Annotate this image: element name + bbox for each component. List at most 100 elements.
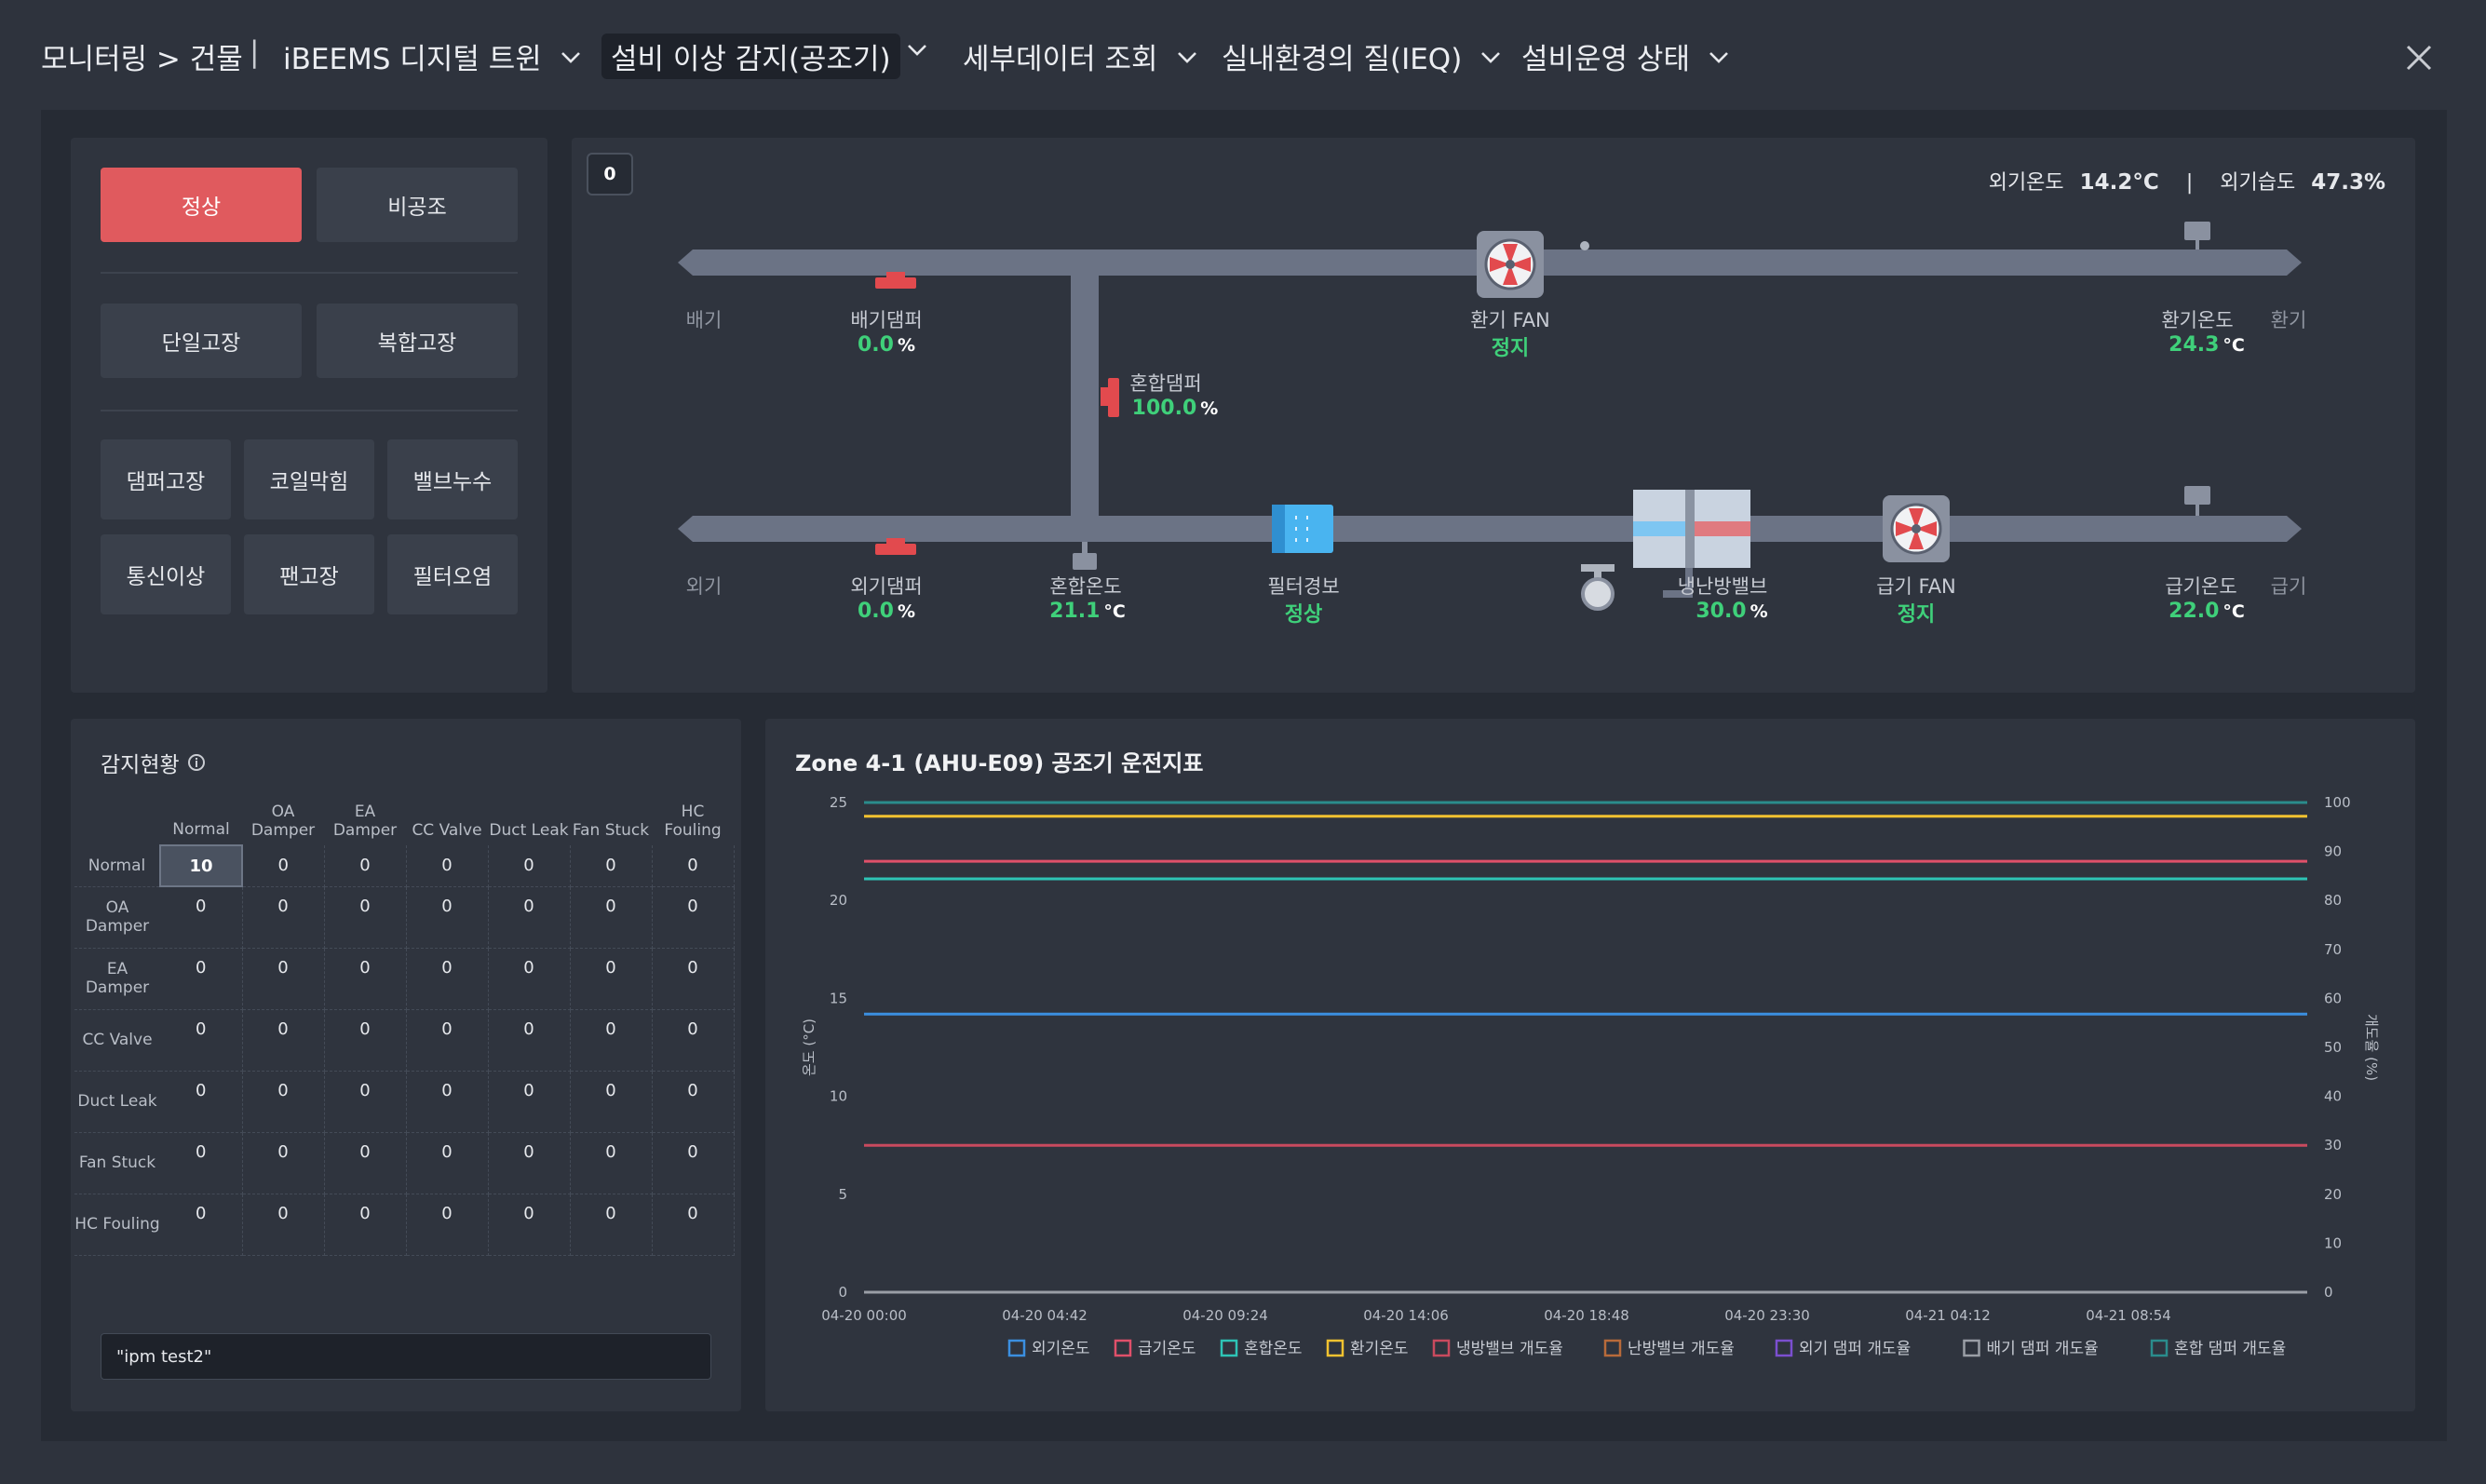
valve-leak-button[interactable]: 밸브누수 [387,439,518,519]
table-row: Normal 10 0 0 0 0 0 0 [74,844,735,887]
table-cell[interactable]: 0 [242,948,325,1010]
table-cell[interactable]: 0 [406,845,489,887]
table-cell[interactable]: 0 [570,948,653,1010]
table-cell[interactable]: 0 [324,1132,407,1194]
y-tick-label: 5 [838,1186,847,1203]
table-cell[interactable]: 0 [652,948,735,1010]
return-temp-label: 환기온도 [2161,309,2234,331]
table-cell[interactable]: 0 [406,1009,489,1072]
table-row: EA Damper 0 0 0 0 0 0 0 [74,948,735,1010]
table-cell[interactable]: 0 [324,886,407,949]
table-cell[interactable]: 0 [324,1009,407,1072]
outdoor-air-label: 외기 [685,575,723,598]
coil-clog-button[interactable]: 코일막힘 [244,439,374,519]
table-cell[interactable]: 0 [324,845,407,887]
chevron-down-icon [1477,43,1505,71]
table-cell[interactable]: 0 [406,1194,489,1256]
breadcrumb[interactable]: 모니터링 > 건물 [41,35,243,77]
table-cell[interactable]: 0 [488,1071,571,1133]
y2-tick-label: 0 [2324,1284,2333,1301]
table-cell[interactable]: 0 [242,1132,325,1194]
mixing-duct [1071,276,1099,516]
table-cell[interactable]: 0 [488,845,571,887]
table-cell[interactable]: 0 [488,886,571,949]
table-cell[interactable]: 0 [652,1009,735,1072]
table-cell[interactable]: 0 [652,845,735,887]
table-cell[interactable]: 0 [242,845,325,887]
legend-label: 혼합 댐퍼 개도율 [2174,1340,2286,1358]
table-cell[interactable]: 0 [652,1194,735,1256]
valve-value: 30.0% [1696,600,1767,623]
table-cell[interactable]: 0 [242,1194,325,1256]
detection-title: 감지현황 [101,747,206,778]
chart-panel: Zone 4-1 (AHU-E09) 공조기 운전지표 0 5 10 15 20 25 0 1… [765,719,2415,1411]
fan-fault-button[interactable]: 팬고장 [244,534,374,614]
filter-dirty-button[interactable]: 필터오염 [387,534,518,614]
table-cell[interactable]: 0 [652,1071,735,1133]
table-cell[interactable]: 0 [570,1071,653,1133]
table-cell[interactable]: 0 [160,1132,243,1194]
table-cell[interactable]: 0 [406,886,489,949]
table-cell[interactable]: 0 [324,1071,407,1133]
table-cell[interactable]: 0 [160,1009,243,1072]
table-cell[interactable]: 0 [488,948,571,1010]
table-cell[interactable]: 0 [488,1194,571,1256]
comm-error-button[interactable]: 통신이상 [101,534,231,614]
table-cell[interactable]: 0 [406,1132,489,1194]
table-cell[interactable]: 0 [242,1009,325,1072]
nav-item-ieq[interactable]: 실내환경의 질(IEQ) [1222,35,1505,77]
chevron-down-icon [557,43,585,71]
table-cell[interactable]: 0 [406,948,489,1010]
table-cell[interactable]: 0 [570,1009,653,1072]
nav-item-detail-data[interactable]: 세부데이터 조회 [963,35,1201,77]
column-header: EA Damper [332,803,398,840]
table-cell[interactable]: 0 [324,948,407,1010]
table-cell[interactable]: 0 [242,1071,325,1133]
y2-tick-label: 30 [2324,1137,2342,1153]
filter-label: 필터경보 [1267,575,1340,598]
table-cell[interactable]: 0 [242,886,325,949]
table-cell[interactable]: 0 [160,886,243,949]
table-cell[interactable]: 0 [488,1132,571,1194]
info-icon[interactable] [187,753,206,772]
ea-damper-label: 배기댐퍼 [850,309,923,331]
mix-damper-value-num: 100.0 [1131,397,1197,420]
table-cell[interactable]: 0 [324,1194,407,1256]
table-cell[interactable]: 0 [570,886,653,949]
y-tick-label: 15 [830,990,847,1006]
table-cell[interactable]: 0 [570,1194,653,1256]
nav-item-fault-detection-dropdown[interactable] [903,35,931,63]
mix-damper-icon [1101,378,1119,417]
table-cell[interactable]: 0 [652,1132,735,1194]
detection-matrix-table: Normal OA Damper EA Damper CC Valve Duct… [74,789,735,1256]
table-row: Duct Leak 0 0 0 0 0 0 0 [74,1071,735,1133]
nav-item-equipment-status[interactable]: 설비운영 상태 [1521,35,1733,77]
chevron-down-icon [903,35,931,63]
table-cell[interactable]: 0 [488,1009,571,1072]
mix-temp-unit: °C [1103,601,1126,622]
nav-item-digital-twin[interactable]: iBEEMS 디지털 트윈 [283,35,585,77]
table-cell[interactable]: 0 [570,1132,653,1194]
close-icon[interactable] [2398,37,2439,78]
table-cell[interactable]: 0 [160,948,243,1010]
table-cell[interactable]: 0 [160,1071,243,1133]
nav-item-fault-detection[interactable]: 설비 이상 감지(공조기) [601,34,900,79]
supply-temp-sensor-icon [2184,486,2210,516]
table-cell[interactable]: 0 [570,845,653,887]
y2-tick-label: 40 [2324,1088,2342,1105]
detection-header-row: Normal OA Damper EA Damper CC Valve Duct… [74,789,734,845]
y2-tick-label: 70 [2324,941,2342,958]
table-cell[interactable]: 0 [652,886,735,949]
damper-fault-button[interactable]: 댐퍼고장 [101,439,231,519]
note-input[interactable]: "ipm test2" [101,1333,711,1380]
y-tick-label: 25 [830,794,847,811]
detection-table-body: Normal 10 0 0 0 0 0 0 OA Damper 0 0 0 0 0 0 0 EA Damper 0… [74,844,735,1256]
multiple-fault-button[interactable]: 복합고장 [317,304,518,378]
single-fault-button[interactable]: 단일고장 [101,304,302,378]
table-cell[interactable]: 0 [160,1194,243,1256]
non-hvac-button[interactable]: 비공조 [317,168,518,242]
y2-tick-label: 100 [2324,794,2351,811]
table-cell[interactable]: 10 [159,844,243,887]
table-cell[interactable]: 0 [406,1071,489,1133]
normal-button[interactable]: 정상 [101,168,302,242]
